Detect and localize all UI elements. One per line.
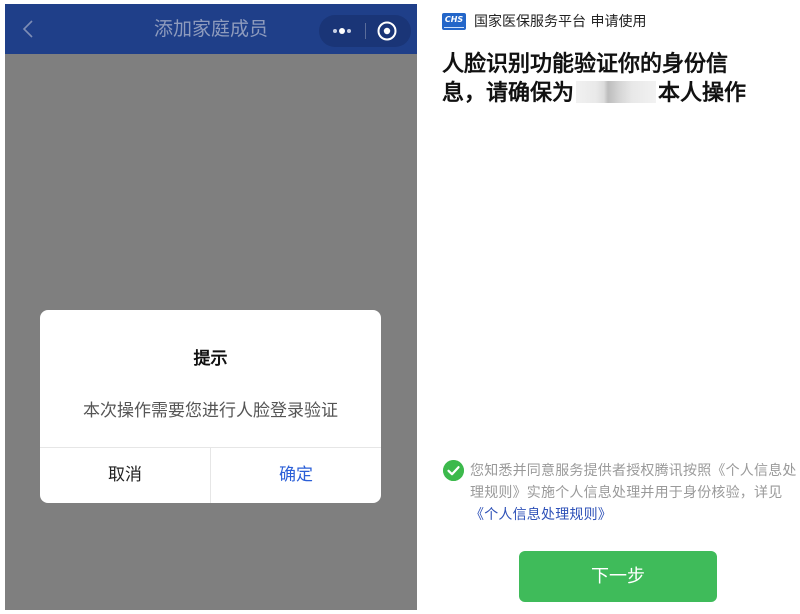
headline-line-1: 人脸识别功能验证你的身份信 (442, 52, 729, 77)
headline-prefix: 息，请确保为 (442, 81, 575, 106)
next-step-button[interactable]: 下一步 (519, 551, 717, 602)
nav-bar: 添加家庭成员 (5, 4, 417, 54)
left-phone-screen: 添加家庭成员 提示 本次操作需要您进行人脸登录验证 取消 确定 (5, 4, 417, 610)
face-verification-headline: 人脸识别功能验证你的身份信 息，请确保为 本人操作 (442, 50, 782, 108)
privacy-rules-link[interactable]: 《个人信息处理规则》 (470, 507, 612, 523)
headline-line-2: 息，请确保为 本人操作 (442, 79, 782, 108)
headline-suffix: 本人操作 (658, 81, 747, 106)
more-dots-icon[interactable] (319, 15, 365, 47)
prompt-dialog: 提示 本次操作需要您进行人脸登录验证 取消 确定 (40, 310, 381, 503)
consent-text: 您知悉并同意服务提供者授权腾讯按照《个人信息处理规则》实施个人信息处理并用于身份… (470, 460, 800, 526)
consent-body: 您知悉并同意服务提供者授权腾讯按照《个人信息处理规则》实施个人信息处理并用于身份… (470, 463, 797, 501)
chs-logo-text: CHS (444, 15, 464, 24)
brand-text: 国家医保服务平台 申请使用 (474, 14, 647, 30)
dialog-message: 本次操作需要您进行人脸登录验证 (83, 401, 338, 421)
close-target-icon[interactable] (366, 15, 411, 47)
right-phone-screen: CHS 国家医保服务平台 申请使用 人脸识别功能验证你的身份信 息，请确保为 本人… (430, 0, 800, 614)
chs-logo-underline (444, 27, 464, 28)
dialog-title: 提示 (193, 349, 228, 369)
confirm-button[interactable]: 确定 (211, 448, 381, 503)
checked-checkbox-icon[interactable] (443, 460, 464, 481)
chs-logo: CHS (442, 13, 466, 30)
cancel-button[interactable]: 取消 (40, 448, 210, 503)
blurred-name-mask (576, 81, 657, 103)
mini-program-capsule (319, 15, 411, 47)
